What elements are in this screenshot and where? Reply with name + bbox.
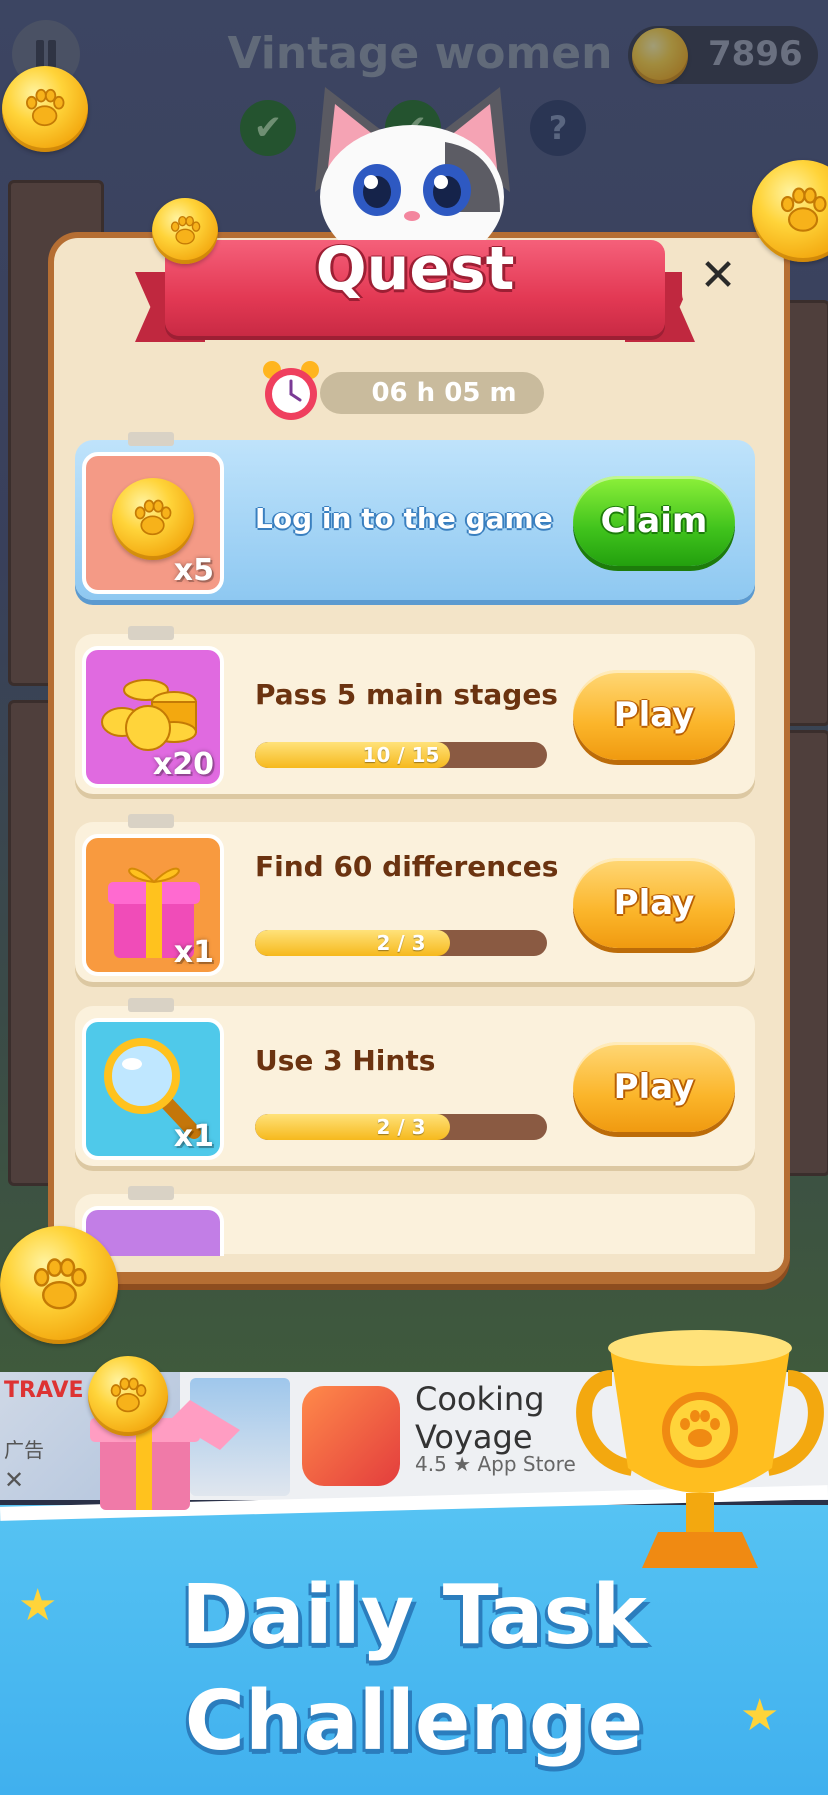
help-button[interactable]: ?: [530, 100, 586, 156]
quest-title: Quest: [315, 234, 515, 304]
progress-text: 2 / 3: [376, 1115, 426, 1139]
ad-rating: 4.5 ★ App Store: [415, 1452, 576, 1476]
coin-icon: [632, 28, 688, 84]
paw-coin-icon: [2, 66, 88, 152]
check-icon: ✔: [240, 100, 296, 156]
reward-icon-box: x20: [82, 646, 224, 788]
trophy-icon: [576, 1330, 824, 1568]
stage-title: Vintage women: [227, 28, 613, 79]
coin-counter: 7896: [628, 26, 818, 84]
reward-icon-box: x5: [82, 452, 224, 594]
task-card-pass-stages: x20 Pass 5 main stages 10 / 15 Play: [75, 626, 755, 794]
task-title: Find 60 differences: [255, 850, 559, 883]
quest-timer: 06 h 05 m: [320, 372, 544, 414]
task-title: Log in to the game: [255, 502, 553, 535]
reward-icon-box: x1: [82, 1018, 224, 1160]
task-card-partial: [75, 1186, 755, 1266]
ad-app-icon[interactable]: [302, 1386, 400, 1486]
progress-text: 2 / 3: [376, 931, 426, 955]
promo-headline-line1: Daily Task: [181, 1568, 647, 1663]
task-progress-bar: 2 / 3: [255, 1114, 547, 1140]
reward-icon-box: x1: [82, 834, 224, 976]
paw-coin-icon: [752, 160, 828, 262]
ad-close-button[interactable]: ✕: [4, 1466, 24, 1494]
paw-coin-icon: [152, 198, 218, 264]
task-card-use-hints: x1 Use 3 Hints 2 / 3 Play: [75, 998, 755, 1166]
alarm-clock-icon: [263, 361, 319, 420]
reward-multiplier: x1: [173, 935, 214, 970]
paw-coin-icon: [88, 1356, 168, 1436]
paw-coin-icon: [0, 1226, 118, 1344]
task-progress-bar: 10 / 15: [255, 742, 547, 768]
task-title: Pass 5 main stages: [255, 678, 558, 711]
reward-multiplier: x5: [173, 553, 214, 588]
ad-tag: 广告: [4, 1438, 44, 1462]
task-card-login: x5 Log in to the game Claim: [75, 432, 755, 600]
reward-multiplier: x20: [152, 747, 214, 782]
task-card-find-differences: x1 Find 60 differences 2 / 3 Play: [75, 814, 755, 982]
claim-button[interactable]: Claim: [573, 476, 735, 566]
play-button[interactable]: Play: [573, 1042, 735, 1132]
reward-multiplier: x1: [173, 1119, 214, 1154]
quest-title-ribbon: Quest: [135, 222, 695, 352]
play-button[interactable]: Play: [573, 858, 735, 948]
play-button[interactable]: Play: [573, 670, 735, 760]
coin-count: 7896: [708, 34, 803, 74]
modal-bottom-edge: [48, 1256, 790, 1278]
task-progress-bar: 2 / 3: [255, 930, 547, 956]
close-button[interactable]: ✕: [682, 242, 754, 310]
paw-coin-icon: [112, 478, 194, 560]
progress-text: 10 / 15: [362, 743, 440, 767]
ad-app-name[interactable]: Cooking Voyage: [415, 1380, 545, 1456]
promo-headline-line2: Challenge: [184, 1674, 644, 1769]
task-title: Use 3 Hints: [255, 1044, 436, 1077]
cat-mascot-icon: [315, 87, 510, 242]
